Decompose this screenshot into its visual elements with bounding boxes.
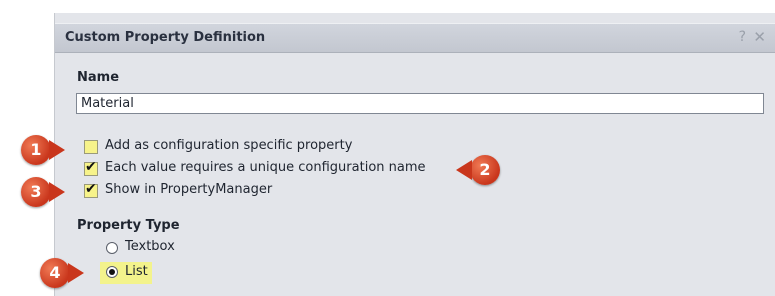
- name-input[interactable]: [76, 93, 764, 114]
- callout-4: 4: [40, 258, 84, 288]
- checkmark-icon: ✔: [85, 181, 97, 197]
- list-radio[interactable]: [106, 266, 118, 278]
- name-label: Name: [77, 70, 120, 85]
- dialog-title: Custom Property Definition: [65, 30, 266, 45]
- close-icon[interactable]: ✕: [753, 28, 766, 46]
- textbox-radio[interactable]: [106, 242, 118, 254]
- callout-1: 1: [21, 135, 65, 165]
- help-icon[interactable]: ?: [739, 29, 746, 45]
- radio-dot-icon: [109, 269, 115, 275]
- checkmark-icon: ✔: [85, 159, 97, 175]
- textbox-label: Textbox: [125, 239, 175, 254]
- unique-configuration-label: Each value requires a unique configurati…: [105, 160, 426, 175]
- show-in-propertymanager-label: Show in PropertyManager: [105, 182, 273, 197]
- show-in-propertymanager-checkbox[interactable]: ✔: [84, 181, 98, 198]
- property-type-label: Property Type: [77, 218, 180, 233]
- unique-configuration-checkbox[interactable]: ✔: [84, 159, 98, 176]
- configuration-specific-checkbox[interactable]: [84, 140, 98, 154]
- configuration-specific-label: Add as configuration specific property: [105, 138, 353, 153]
- callout-2: 2: [456, 155, 500, 185]
- list-label: List: [125, 264, 148, 279]
- callout-3: 3: [21, 177, 65, 207]
- dialog-titlebar: Custom Property Definition ? ✕: [55, 23, 775, 53]
